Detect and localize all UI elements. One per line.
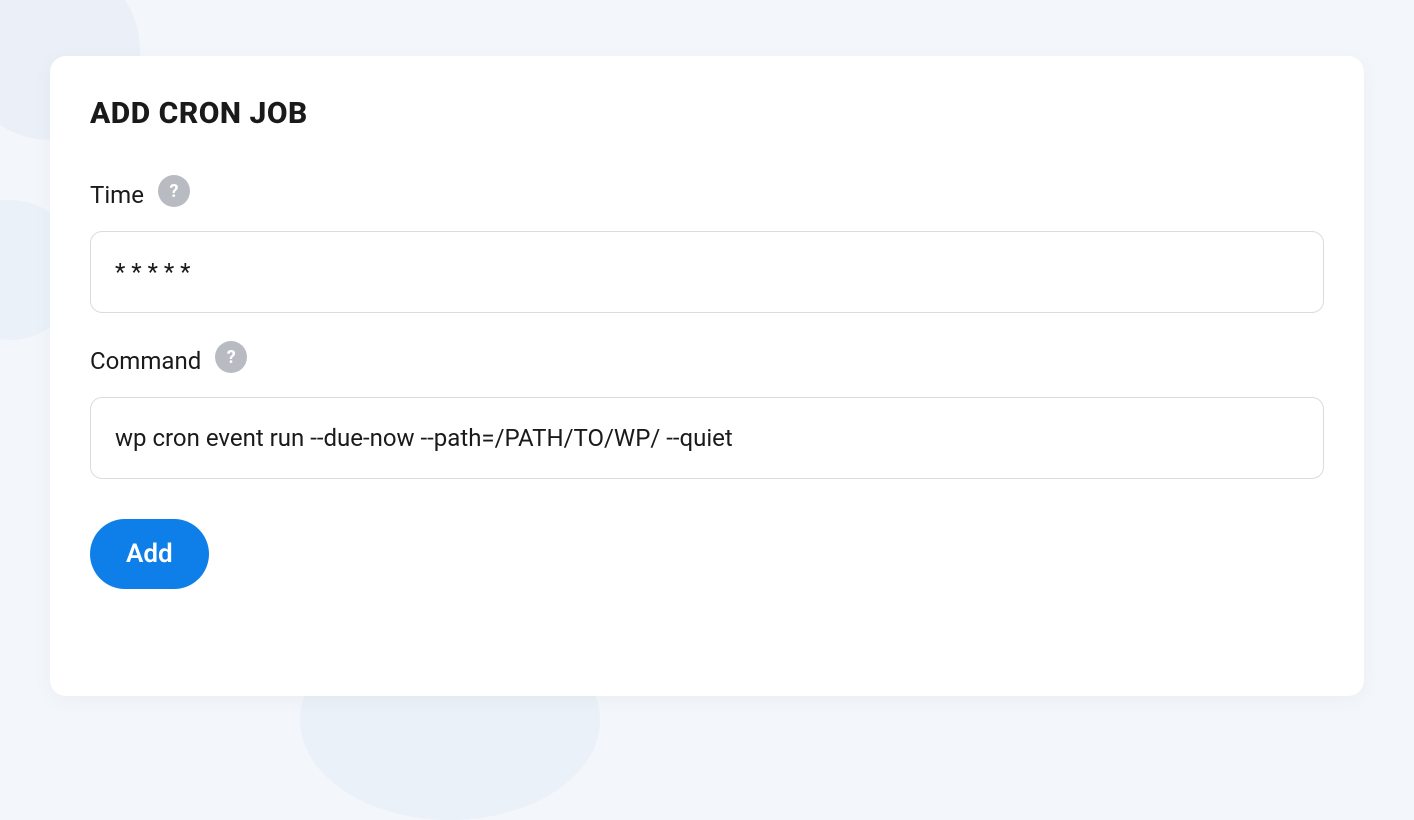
command-input[interactable] — [90, 397, 1324, 479]
add-cron-job-card: ADD CRON JOB Time ? Command ? Add — [50, 56, 1364, 696]
command-label-row: Command ? — [90, 345, 1324, 377]
time-input[interactable] — [90, 231, 1324, 313]
command-help-icon[interactable]: ? — [215, 341, 247, 373]
command-label: Command — [90, 347, 201, 375]
time-help-icon[interactable]: ? — [158, 175, 190, 207]
card-title: ADD CRON JOB — [90, 96, 1324, 131]
command-form-group: Command ? — [90, 345, 1324, 479]
time-label-row: Time ? — [90, 179, 1324, 211]
time-form-group: Time ? — [90, 179, 1324, 313]
time-label: Time — [90, 181, 144, 209]
add-button[interactable]: Add — [90, 519, 209, 589]
